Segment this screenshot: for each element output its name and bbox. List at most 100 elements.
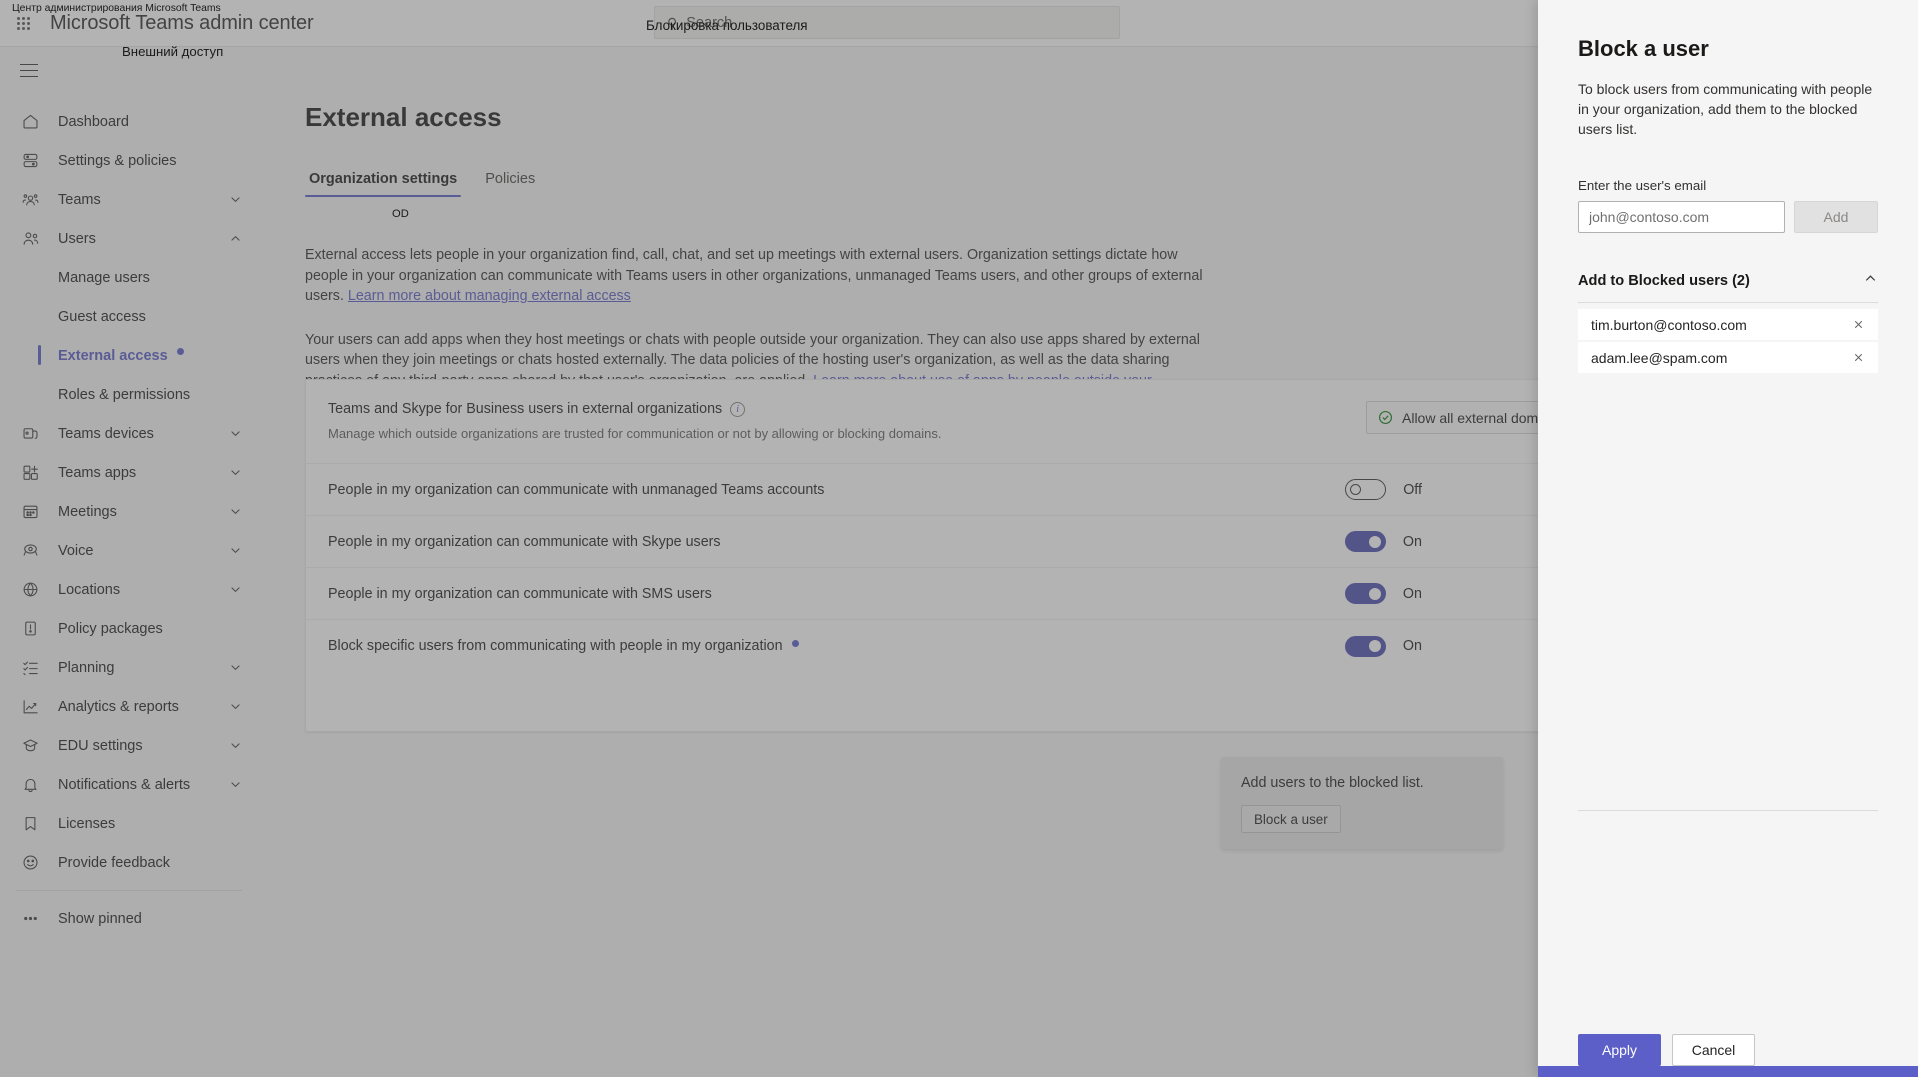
add-user-button[interactable]: Add <box>1794 201 1878 233</box>
check-circle-icon <box>1378 410 1393 425</box>
apply-button[interactable]: Apply <box>1578 1034 1661 1066</box>
sidebar-item-show-pinned[interactable]: Show pinned <box>0 899 258 938</box>
setting-sublabel: Manage which outside organizations are t… <box>328 426 978 441</box>
graduation-cap-icon <box>20 736 40 756</box>
sidebar-item-policy-packages[interactable]: Policy packages <box>0 609 258 648</box>
globe-icon <box>20 580 40 600</box>
hamburger-icon[interactable] <box>14 56 44 86</box>
calendar-icon <box>20 502 40 522</box>
sidebar-item-meetings[interactable]: Meetings <box>0 492 258 531</box>
sidebar-item-label: Show pinned <box>58 911 242 927</box>
sidebar-item-label: Settings & policies <box>58 153 242 169</box>
tab-organization-settings[interactable]: Organization settings <box>305 167 461 197</box>
chevron-up-icon[interactable] <box>228 232 242 246</box>
panel-body: Block a user To block users from communi… <box>1538 0 1918 1012</box>
sidebar-item-label: Licenses <box>58 816 242 832</box>
setting-toggle[interactable] <box>1345 531 1386 552</box>
sidebar-item-locations[interactable]: Locations <box>0 570 258 609</box>
close-icon[interactable] <box>1852 318 1865 331</box>
ellipsis-icon <box>20 909 40 929</box>
sidebar-item-teams-apps[interactable]: Teams apps <box>0 453 258 492</box>
blocked-users-section-title: Add to Blocked users (2) <box>1578 273 1750 289</box>
setting-toggle[interactable] <box>1345 583 1386 604</box>
external-access-learn-more-link[interactable]: Learn more about managing external acces… <box>348 288 631 304</box>
sidebar-item-guest-access[interactable]: Guest access <box>0 297 258 336</box>
sidebar-subitem-label: Guest access <box>58 309 146 325</box>
chevron-down-icon[interactable] <box>228 505 242 519</box>
email-input-row: Add <box>1578 201 1878 233</box>
sidebar-item-dashboard[interactable]: Dashboard <box>0 102 258 141</box>
chevron-up-icon[interactable] <box>1863 271 1878 291</box>
new-badge-dot <box>177 348 184 355</box>
sidebar-item-label: Notifications & alerts <box>58 777 228 793</box>
panel-title: Block a user <box>1578 36 1878 62</box>
toggle-state-label: On <box>1403 586 1422 602</box>
suite-title: Microsoft Teams admin center <box>50 12 314 35</box>
chevron-down-icon[interactable] <box>228 661 242 675</box>
chevron-down-icon[interactable] <box>228 778 242 792</box>
email-field[interactable] <box>1578 201 1785 233</box>
page-title: External access <box>305 102 502 133</box>
people-icon <box>20 229 40 249</box>
sidebar-item-users[interactable]: Users <box>0 219 258 258</box>
sidebar-item-voice[interactable]: Voice <box>0 531 258 570</box>
tab-label: Policies <box>485 171 535 187</box>
sidebar-item-label: Meetings <box>58 504 228 520</box>
sidebar-item-label: Locations <box>58 582 228 598</box>
blocked-users-list: tim.burton@contoso.comadam.lee@spam.com <box>1578 309 1878 373</box>
chevron-down-icon[interactable] <box>228 583 242 597</box>
setting-label: People in my organization can communicat… <box>328 482 824 498</box>
panel-description: To block users from communicating with p… <box>1578 79 1878 139</box>
sidebar-item-manage-users[interactable]: Manage users <box>0 258 258 297</box>
sidebar-item-provide-feedback[interactable]: Provide feedback <box>0 843 258 882</box>
email-field-label: Enter the user's email <box>1578 178 1878 193</box>
sidebar-item-external-access[interactable]: External access <box>0 336 258 375</box>
tab-label: Organization settings <box>309 171 457 187</box>
blocked-user-item: adam.lee@spam.com <box>1578 342 1878 373</box>
setting-toggle[interactable] <box>1345 479 1386 500</box>
sidebar-item-label: Dashboard <box>58 114 242 130</box>
blocked-user-email: adam.lee@spam.com <box>1591 350 1727 366</box>
intro-paragraph-1: External access lets people in your orga… <box>305 245 1215 307</box>
setting-row-text: Teams and Skype for Business users in ex… <box>328 401 978 441</box>
chevron-down-icon[interactable] <box>228 739 242 753</box>
sidebar-divider <box>16 890 242 891</box>
chevron-down-icon[interactable] <box>228 466 242 480</box>
screen-root: Microsoft Teams admin center ⚲ Search Da… <box>0 0 1918 1077</box>
tab-policies[interactable]: Policies <box>481 167 539 197</box>
annotation-suite-title: Центр администрирования Microsoft Teams <box>12 3 221 14</box>
sliders-icon <box>20 151 40 171</box>
sidebar-item-notifications-alerts[interactable]: Notifications & alerts <box>0 765 258 804</box>
people-team-icon <box>20 190 40 210</box>
sidebar-item-label: Teams apps <box>58 465 228 481</box>
sidebar-item-planning[interactable]: Planning <box>0 648 258 687</box>
sidebar-item-teams-devices[interactable]: Teams devices <box>0 414 258 453</box>
cancel-button[interactable]: Cancel <box>1672 1034 1755 1066</box>
sidebar-item-label: EDU settings <box>58 738 228 754</box>
sidebar-item-analytics-reports[interactable]: Analytics & reports <box>0 687 258 726</box>
sidebar-item-settings-policies[interactable]: Settings & policies <box>0 141 258 180</box>
panel-bottom-accent-bar <box>1538 1066 1918 1077</box>
setting-label: People in my organization can communicat… <box>328 534 721 550</box>
sidebar-item-roles-permissions[interactable]: Roles & permissions <box>0 375 258 414</box>
block-a-user-button[interactable]: Block a user <box>1241 805 1341 833</box>
checklist-icon <box>20 658 40 678</box>
chevron-down-icon[interactable] <box>228 427 242 441</box>
info-icon[interactable]: i <box>730 402 745 417</box>
sidebar-item-label: Analytics & reports <box>58 699 228 715</box>
chevron-down-icon[interactable] <box>228 700 242 714</box>
chevron-down-icon[interactable] <box>228 544 242 558</box>
chevron-down-icon[interactable] <box>228 193 242 207</box>
setting-toggle[interactable] <box>1345 636 1386 657</box>
close-icon[interactable] <box>1852 351 1865 364</box>
sidebar-item-label: Teams devices <box>58 426 228 442</box>
sidebar-item-licenses[interactable]: Licenses <box>0 804 258 843</box>
smiley-icon <box>20 853 40 873</box>
annotation-sidebar-label: Внешний доступ <box>122 44 223 59</box>
phone-icon <box>20 541 40 561</box>
sidebar-item-label: Teams <box>58 192 228 208</box>
blocked-users-section-header[interactable]: Add to Blocked users (2) <box>1578 271 1878 303</box>
sidebar-item-teams[interactable]: Teams <box>0 180 258 219</box>
annotation-od-label: OD <box>392 208 409 220</box>
sidebar-item-edu-settings[interactable]: EDU settings <box>0 726 258 765</box>
